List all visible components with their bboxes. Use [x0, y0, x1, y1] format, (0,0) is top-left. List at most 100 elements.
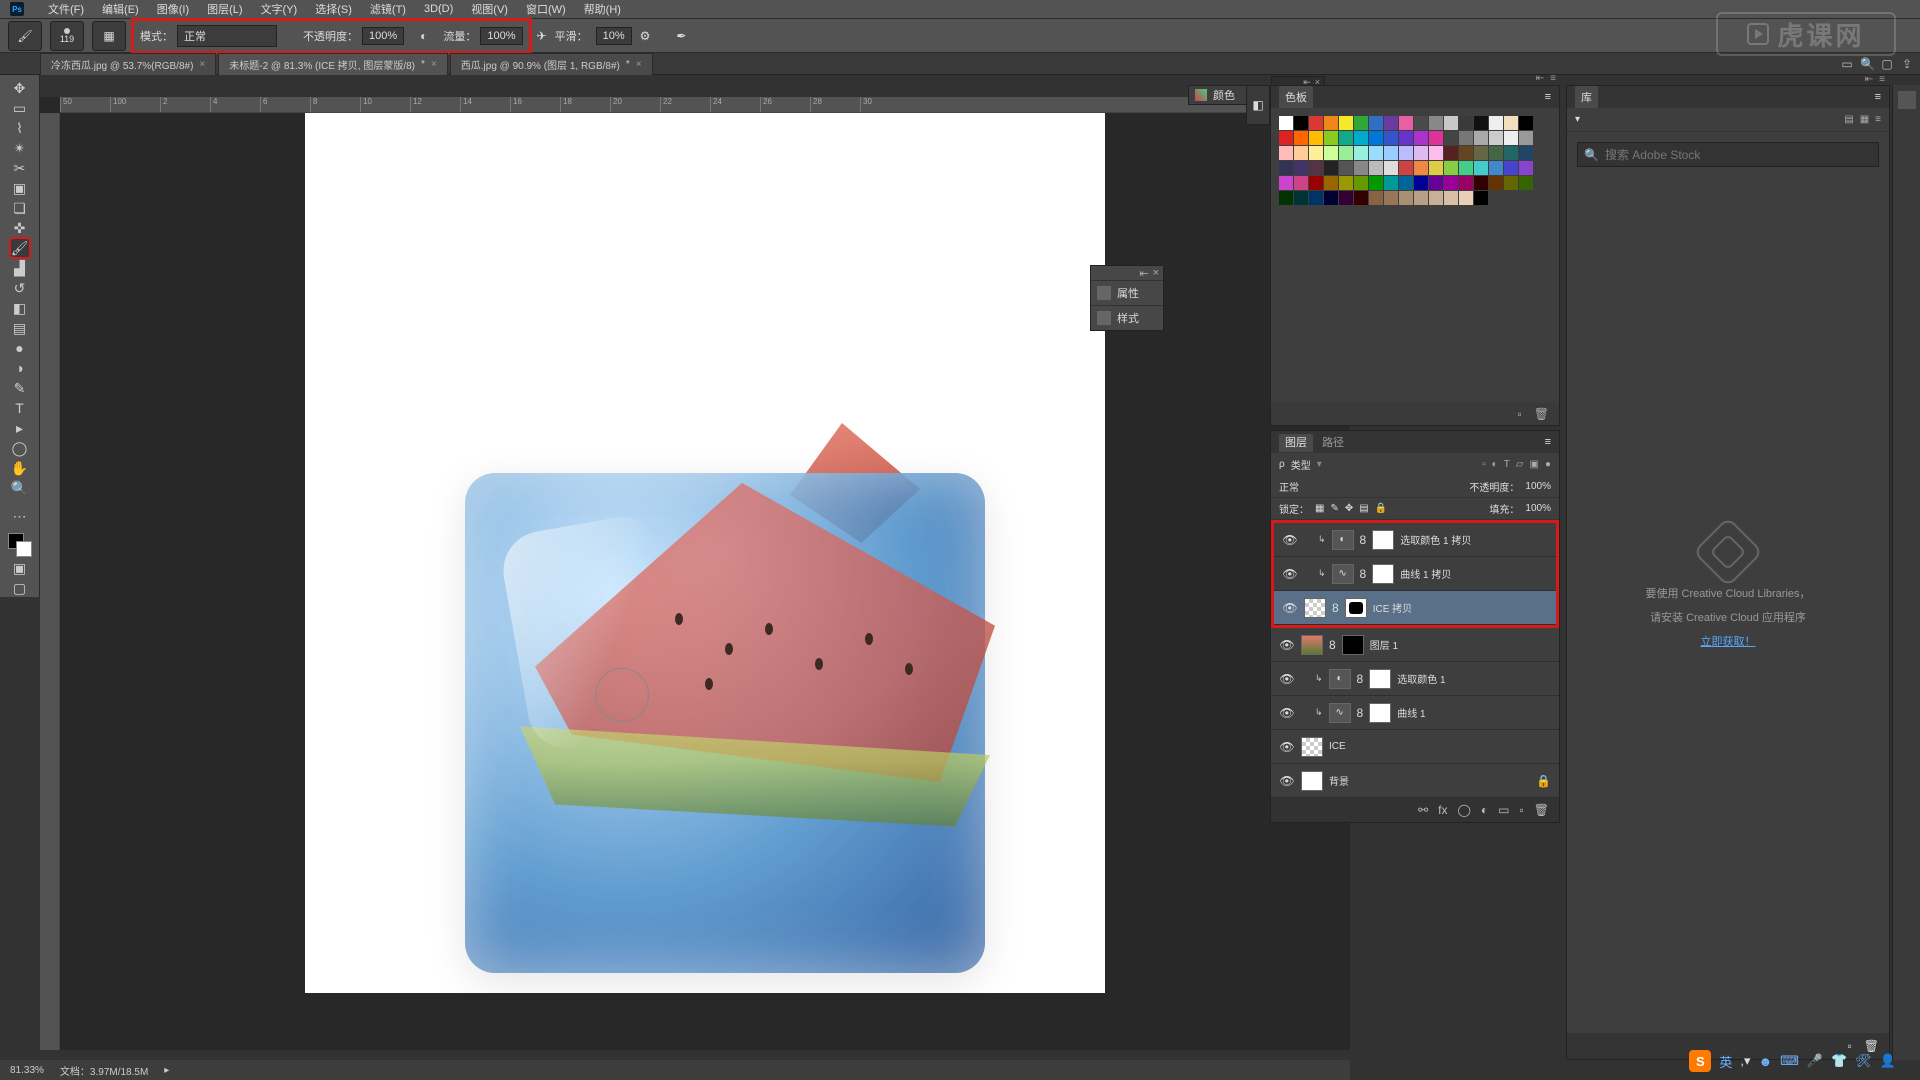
- filter-toggle[interactable]: ●: [1545, 459, 1551, 470]
- swatch[interactable]: [1444, 176, 1458, 190]
- swatch[interactable]: [1474, 161, 1488, 175]
- swatch[interactable]: [1399, 146, 1413, 160]
- swatch[interactable]: [1309, 116, 1323, 130]
- ime-emoji-icon[interactable]: ☻: [1758, 1054, 1772, 1069]
- menu-select[interactable]: 选择(S): [315, 1, 352, 17]
- swatch[interactable]: [1384, 116, 1398, 130]
- swatch[interactable]: [1519, 146, 1533, 160]
- menu-edit[interactable]: 编辑(E): [102, 1, 139, 17]
- layer-fill[interactable]: 100%: [1525, 503, 1551, 514]
- crop-tool[interactable]: ✂: [11, 159, 29, 177]
- swatch[interactable]: [1309, 146, 1323, 160]
- swatch[interactable]: [1489, 146, 1503, 160]
- swatch[interactable]: [1339, 146, 1353, 160]
- visibility-icon[interactable]: 👁: [1282, 601, 1298, 615]
- swatch[interactable]: [1399, 131, 1413, 145]
- mask-thumb[interactable]: [1345, 598, 1367, 618]
- pressure-size-icon[interactable]: ✒: [676, 29, 686, 43]
- swatch[interactable]: [1294, 161, 1308, 175]
- swatch[interactable]: [1504, 161, 1518, 175]
- swatch[interactable]: [1519, 176, 1533, 190]
- swatch[interactable]: [1339, 131, 1353, 145]
- doc-tab-3[interactable]: 西瓜.jpg @ 90.9% (图层 1, RGB/8#) *×: [450, 53, 653, 75]
- swatch[interactable]: [1384, 131, 1398, 145]
- swatch[interactable]: [1324, 131, 1338, 145]
- swatch[interactable]: [1384, 191, 1398, 205]
- pen-tool[interactable]: ✎: [11, 379, 29, 397]
- swatch[interactable]: [1519, 116, 1533, 130]
- lock-paint-icon[interactable]: ✎: [1330, 503, 1338, 514]
- swatch[interactable]: [1459, 116, 1473, 130]
- menu-filter[interactable]: 滤镜(T): [370, 1, 406, 17]
- mode-select[interactable]: 正常: [177, 25, 277, 47]
- edit-toolbar[interactable]: ⋯: [11, 507, 29, 525]
- swatch[interactable]: [1414, 176, 1428, 190]
- swatch[interactable]: [1354, 146, 1368, 160]
- swatch[interactable]: [1399, 116, 1413, 130]
- layer-row[interactable]: 👁 ↳ ◐ 8 选取颜色 1 拷贝: [1274, 523, 1556, 557]
- blend-mode-select[interactable]: 正常: [1279, 479, 1367, 494]
- swatch[interactable]: [1279, 116, 1293, 130]
- screenmode-tool[interactable]: ▢: [11, 579, 29, 597]
- filter-pixel-icon[interactable]: ▫: [1482, 459, 1486, 470]
- doc-tab-2[interactable]: 未标题-2 @ 81.3% (ICE 拷贝, 图层蒙版/8) *×: [218, 53, 448, 75]
- swatch[interactable]: [1519, 131, 1533, 145]
- layer-opacity[interactable]: 100%: [1525, 481, 1551, 492]
- canvas[interactable]: [305, 113, 1105, 993]
- new-layer-icon[interactable]: ▫: [1520, 803, 1524, 817]
- layer-row[interactable]: 👁 ↳ ∿ 8 曲线 1 拷贝: [1274, 557, 1556, 591]
- swatch[interactable]: [1324, 146, 1338, 160]
- swatch[interactable]: [1369, 161, 1383, 175]
- canvas-viewport[interactable]: [60, 113, 1350, 1050]
- swatch[interactable]: [1429, 116, 1443, 130]
- opacity-value[interactable]: 100%: [362, 27, 404, 45]
- swatch[interactable]: [1339, 176, 1353, 190]
- frame-tool[interactable]: ▣: [11, 179, 29, 197]
- menu-view[interactable]: 视图(V): [471, 1, 508, 17]
- swatch[interactable]: [1279, 131, 1293, 145]
- swatch[interactable]: [1459, 131, 1473, 145]
- swatch[interactable]: [1459, 176, 1473, 190]
- swatch[interactable]: [1444, 191, 1458, 205]
- swatch[interactable]: [1444, 131, 1458, 145]
- swatch[interactable]: [1429, 131, 1443, 145]
- layer-row[interactable]: 👁 背景 🔒: [1271, 764, 1559, 798]
- swatch[interactable]: [1369, 116, 1383, 130]
- zoom-value[interactable]: 81.33%: [10, 1065, 44, 1076]
- swatch[interactable]: [1414, 146, 1428, 160]
- pressure-opacity-icon[interactable]: ◐: [420, 29, 427, 43]
- swatch[interactable]: [1399, 176, 1413, 190]
- swatch[interactable]: [1519, 161, 1533, 175]
- color-swatches[interactable]: [8, 533, 32, 557]
- marquee-tool[interactable]: ▭: [11, 99, 29, 117]
- swatch[interactable]: [1384, 146, 1398, 160]
- swatch[interactable]: [1324, 116, 1338, 130]
- swatch[interactable]: [1354, 176, 1368, 190]
- quickmask-tool[interactable]: ▣: [11, 559, 29, 577]
- swatch[interactable]: [1444, 116, 1458, 130]
- ime-lang[interactable]: 英: [1719, 1052, 1732, 1071]
- swatch[interactable]: [1324, 161, 1338, 175]
- lib-grid-icon[interactable]: ▦: [1860, 114, 1869, 125]
- flow-value[interactable]: 100%: [480, 27, 522, 45]
- swatch[interactable]: [1279, 146, 1293, 160]
- swatch[interactable]: [1474, 176, 1488, 190]
- close-icon[interactable]: ×: [431, 59, 437, 70]
- swatch[interactable]: [1354, 161, 1368, 175]
- swatch[interactable]: [1459, 161, 1473, 175]
- brush-tool[interactable]: 🖌: [11, 239, 29, 257]
- swatch[interactable]: [1354, 191, 1368, 205]
- swatch[interactable]: [1324, 176, 1338, 190]
- swatch[interactable]: [1414, 191, 1428, 205]
- layer-row[interactable]: 👁 8 图层 1: [1271, 628, 1559, 662]
- swatch[interactable]: [1369, 131, 1383, 145]
- ime-keyboard-icon[interactable]: ⌨: [1780, 1053, 1799, 1069]
- stamp-tool[interactable]: ▟: [11, 259, 29, 277]
- visibility-icon[interactable]: 👁: [1279, 638, 1295, 652]
- visibility-icon[interactable]: 👁: [1279, 774, 1295, 788]
- close-icon[interactable]: ×: [636, 59, 642, 70]
- layer-thumb[interactable]: ∿: [1332, 564, 1354, 584]
- layer-thumb[interactable]: [1301, 635, 1323, 655]
- swatch[interactable]: [1429, 191, 1443, 205]
- ime-mic-icon[interactable]: 🎤: [1807, 1053, 1823, 1069]
